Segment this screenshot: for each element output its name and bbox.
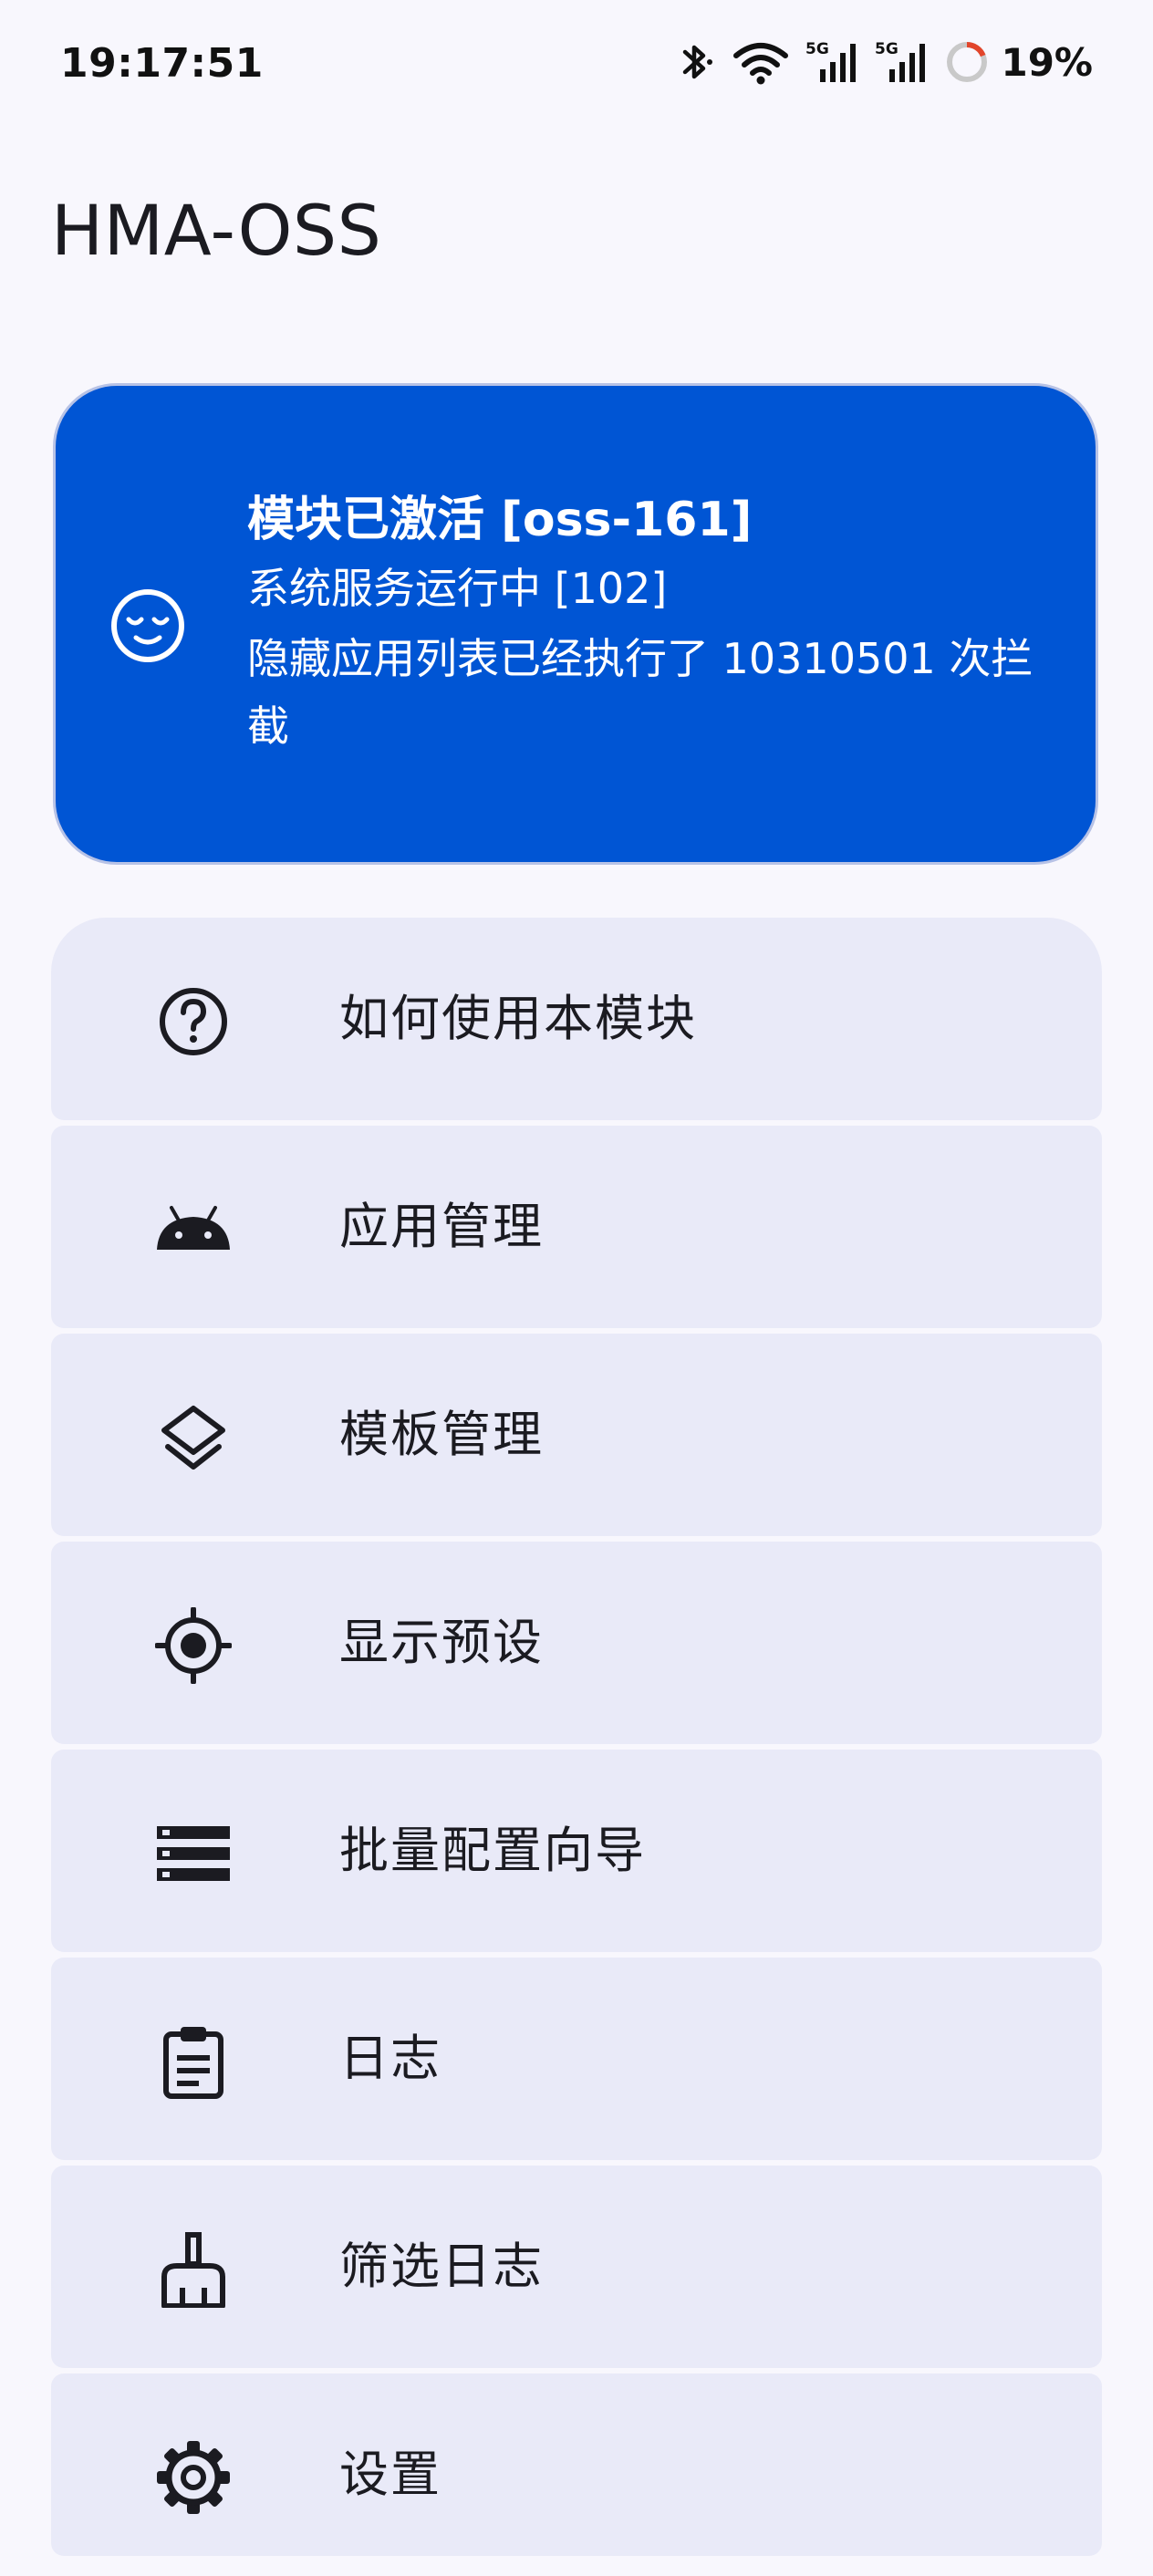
battery-percent: 19% <box>1001 39 1093 85</box>
battery-ring-icon <box>947 42 988 82</box>
menu-item-app-management[interactable]: 应用管理 <box>51 1126 1102 1328</box>
menu-item-template-management[interactable]: 模板管理 <box>51 1334 1102 1536</box>
menu-item-label: 应用管理 <box>339 1198 544 1255</box>
wifi-icon <box>733 43 789 85</box>
module-status-card: 模块已激活 [oss-161] 系统服务运行中 [102] 隐藏应用列表已经执行… <box>53 383 1098 865</box>
menu-item-label: 筛选日志 <box>339 2238 544 2295</box>
gear-icon <box>157 2441 230 2514</box>
service-status-text: 系统服务运行中 [102] <box>247 564 668 613</box>
status-icons: 5G 5G 19% <box>676 36 1093 88</box>
menu-item-batch-config-wizard[interactable]: 批量配置向导 <box>51 1750 1102 1952</box>
app-title: HMA-OSS <box>51 190 382 271</box>
gps-target-icon <box>155 1607 232 1684</box>
menu-item-display-presets[interactable]: 显示预设 <box>51 1542 1102 1744</box>
menu-item-logs[interactable]: 日志 <box>51 1958 1102 2160</box>
android-icon <box>157 1206 230 1250</box>
menu-item-label: 批量配置向导 <box>339 1822 646 1879</box>
intercept-count-text-line-2: 截 <box>247 701 289 751</box>
intercept-count-text-line-1: 隐藏应用列表已经执行了 10310501 次拦 <box>247 634 1034 683</box>
menu-item-label: 模板管理 <box>339 1406 544 1463</box>
status-bar: 19:17:51 5G 5G 19% <box>0 0 1153 137</box>
menu-item-label: 显示预设 <box>339 1614 544 1671</box>
clipboard-icon <box>163 2027 223 2099</box>
module-status-title: 模块已激活 [oss-161] <box>247 493 753 547</box>
help-circle-icon <box>160 988 227 1055</box>
bluetooth-icon <box>683 45 713 79</box>
signal-5g-icon: 5G <box>805 40 857 82</box>
status-card-texts: 模块已激活 [oss-161] 系统服务运行中 [102] 隐藏应用列表已经执行… <box>247 488 1050 760</box>
menu-item-label: 设置 <box>339 2446 441 2503</box>
svg-text:5G: 5G <box>805 40 829 58</box>
menu-item-label: 如何使用本模块 <box>339 990 697 1047</box>
broom-icon <box>161 2232 225 2308</box>
storage-list-icon <box>157 1826 230 1881</box>
status-time: 19:17:51 <box>60 40 264 87</box>
layers-icon <box>161 1406 225 1470</box>
svg-text:5G: 5G <box>875 40 899 58</box>
menu-item-how-to-use[interactable]: 如何使用本模块 <box>51 918 1102 1120</box>
menu-item-label: 日志 <box>339 2030 441 2087</box>
menu-item-settings[interactable]: 设置 <box>51 2373 1102 2556</box>
relieved-face-icon <box>111 589 184 662</box>
menu-item-filter-logs[interactable]: 筛选日志 <box>51 2166 1102 2368</box>
signal-5g-icon: 5G <box>875 40 926 82</box>
